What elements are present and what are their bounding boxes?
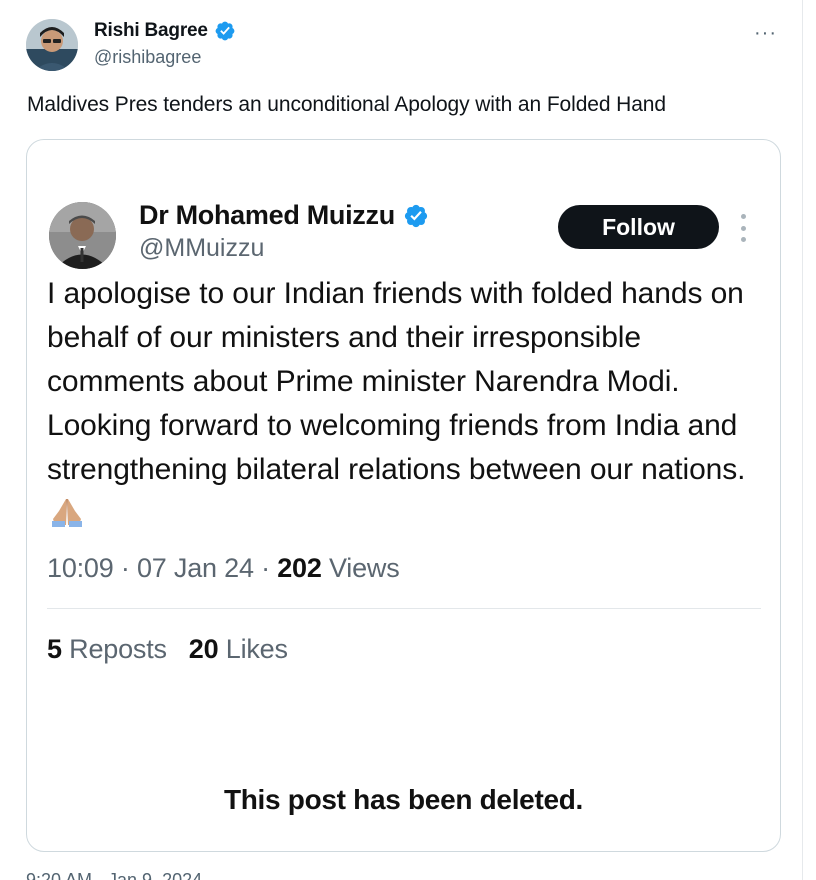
likes-count: 20: [188, 634, 219, 664]
post-time: 10:09: [47, 553, 114, 583]
avatar[interactable]: [26, 19, 78, 71]
quoted-author-name: Dr Mohamed Muizzu: [139, 200, 395, 230]
meta-separator: ·: [261, 553, 278, 583]
follow-button: Follow: [558, 205, 719, 249]
deleted-post-notice: This post has been deleted.: [223, 784, 584, 815]
quoted-post-stats: 5 Reposts 20 Likes: [47, 634, 288, 665]
likes-stat: 20 Likes: [189, 634, 288, 665]
reposts-stat: 5 Reposts: [47, 634, 167, 665]
tweet-timestamp[interactable]: 9:20 AM · Jan 9, 2024: [26, 870, 202, 880]
likes-label: Likes: [225, 634, 288, 664]
quoted-author-handle: @MMuizzu: [139, 234, 265, 262]
divider: [47, 608, 761, 609]
post-date: 07 Jan 24: [136, 553, 254, 583]
quoted-post-card[interactable]: Dr Mohamed Muizzu @MMuizzu Follow I apol…: [26, 139, 781, 852]
quoted-post-meta: 10:09 · 07 Jan 24 · 202 Views: [47, 553, 400, 584]
author-name-row[interactable]: Rishi Bagree: [94, 20, 236, 42]
embedded-post-screenshot: Dr Mohamed Muizzu @MMuizzu Follow I apol…: [27, 158, 780, 758]
tweet-text: Maldives Pres tenders an unconditional A…: [27, 93, 666, 116]
quoted-post-text-block: I apologise to our Indian friends with f…: [47, 272, 747, 536]
author-handle[interactable]: @rishibagree: [94, 47, 201, 68]
quoted-author-name-row: Dr Mohamed Muizzu: [139, 200, 429, 231]
quoted-avatar-image: [49, 202, 116, 269]
views-count: 202: [277, 553, 322, 583]
reposts-count: 5: [47, 634, 62, 664]
more-horizontal-icon[interactable]: ···: [754, 22, 777, 45]
verified-badge-icon: [404, 204, 428, 227]
quoted-post-text: I apologise to our Indian friends with f…: [47, 277, 746, 486]
more-vertical-icon: [739, 214, 747, 242]
quoted-avatar: [49, 202, 116, 269]
reposts-label: Reposts: [69, 634, 167, 664]
frame-border: [802, 0, 803, 880]
folded-hands-icon: [52, 499, 82, 527]
views-label: Views: [328, 553, 400, 583]
verified-badge-icon: [215, 21, 235, 41]
meta-separator: ·: [120, 553, 137, 583]
avatar-image: [26, 19, 78, 71]
author-name[interactable]: Rishi Bagree: [94, 20, 208, 42]
